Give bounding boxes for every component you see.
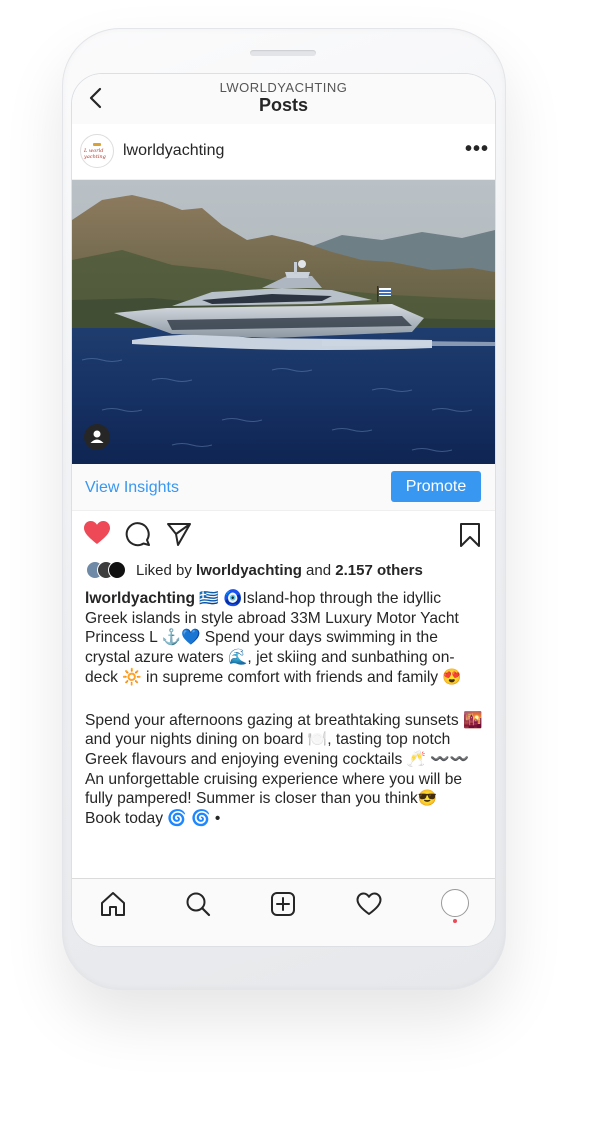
view-insights-link[interactable]: View Insights [85,479,179,497]
heart-filled-icon[interactable] [83,520,111,546]
liked-prefix: Liked by [136,562,197,579]
promote-button[interactable]: Promote [391,471,481,502]
liked-middle: and [301,562,336,579]
liked-user[interactable]: lworldyachting [196,562,302,579]
tagged-people-icon[interactable] [84,424,110,450]
post-username[interactable]: lworldyachting [123,142,224,160]
notification-dot [453,919,457,923]
add-post-icon[interactable] [270,891,296,917]
post-image[interactable] [72,180,495,464]
logo-mark-icon [93,143,101,146]
more-options-icon[interactable]: ••• [465,138,489,161]
liked-by-text: Liked by lworldyachting and 2.157 others [136,562,423,579]
share-icon[interactable] [166,521,192,547]
phone-speaker [250,50,316,56]
liked-by-row[interactable]: Liked by lworldyachting and 2.157 others [86,561,486,581]
liker-avatar [108,561,126,579]
bottom-nav [72,878,495,946]
page-title: Posts [258,95,309,115]
avatar[interactable]: L world yachting [80,134,114,168]
bookmark-icon[interactable] [459,522,481,548]
profile-avatar-icon[interactable] [441,889,469,917]
caption-text-2: Spend your afternoons gazing at breathta… [85,711,483,808]
insights-bar: View Insights Promote [72,464,495,511]
caption-username[interactable]: lworldyachting [85,590,195,607]
caption-paragraph: lworldyachting 🇬🇷 🧿Island-hop through th… [85,589,485,688]
top-bar: LWORLDYACHTING Posts [72,74,495,125]
search-icon[interactable] [185,891,211,917]
comment-icon[interactable] [125,521,151,547]
avatar-logo-text: L world yachting [84,148,106,160]
liked-others[interactable]: 2.157 others [335,562,423,579]
post-caption: lworldyachting 🇬🇷 🧿Island-hop through th… [85,589,485,829]
yacht-photo [72,180,495,464]
home-icon[interactable] [100,891,126,917]
post-header: L world yachting lworldyachting ••• [72,124,495,180]
phone-screen: LWORLDYACHTING Posts L world yachting lw… [72,74,495,946]
account-name: LWORLDYACHTING [219,80,348,95]
caption-gap [85,688,485,711]
caption-text-3: Book today 🌀 🌀 • [85,810,221,828]
activity-heart-icon[interactable] [356,892,382,916]
